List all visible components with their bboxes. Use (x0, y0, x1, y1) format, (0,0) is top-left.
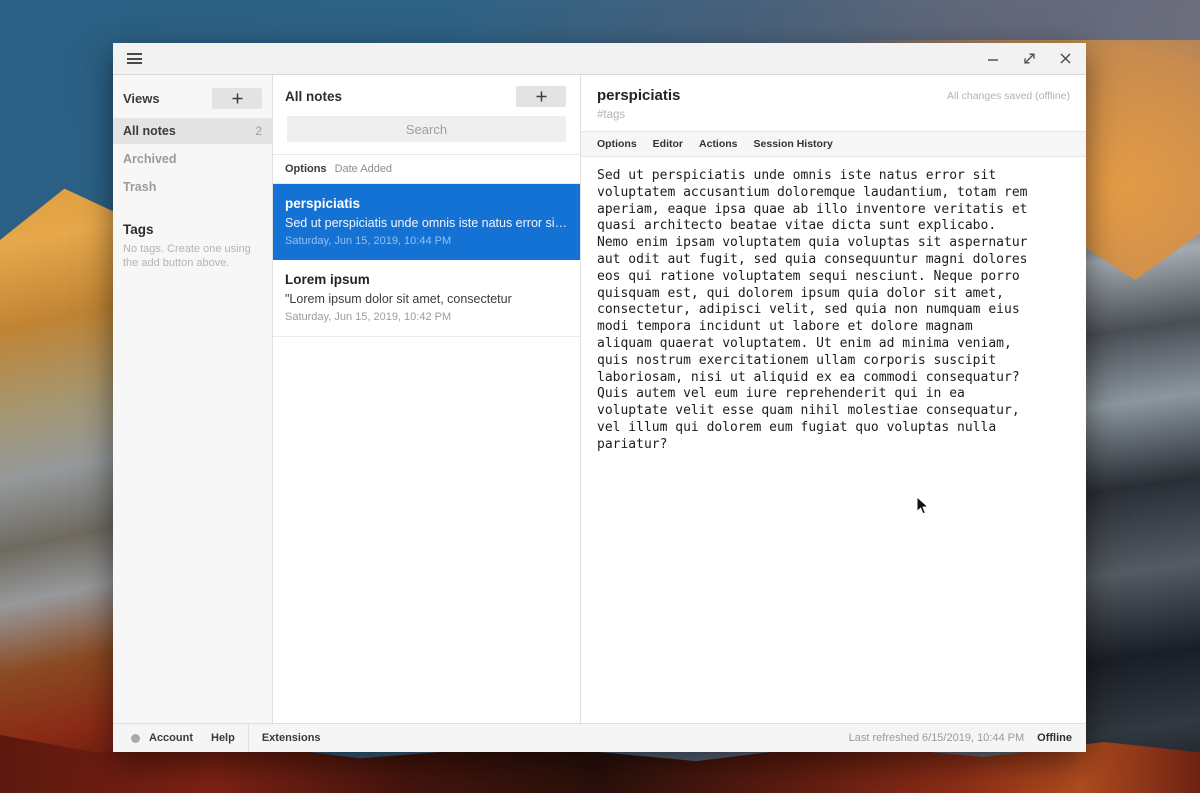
main-content: Views All notes 2 Archived Trash Tags No (113, 75, 1086, 723)
note-title-field[interactable]: perspiciatis (597, 87, 680, 104)
note-count-badge: 2 (255, 124, 262, 138)
menu-actions[interactable]: Actions (699, 138, 738, 150)
note-item-preview: "Lorem ipsum dolor sit amet, consectetur (285, 292, 568, 306)
note-item-title: Lorem ipsum (285, 272, 568, 287)
menu-session-history[interactable]: Session History (754, 138, 833, 150)
search-input[interactable] (287, 116, 566, 142)
note-item-date: Saturday, Jun 15, 2019, 10:42 PM (285, 311, 568, 323)
sort-mode-label[interactable]: Date Added (335, 163, 393, 175)
extensions-button[interactable]: Extensions (253, 732, 330, 744)
notes-list-column: All notes Options Date Added perspiciati… (273, 75, 581, 723)
last-refreshed-label: Last refreshed 6/15/2019, 10:44 PM (849, 732, 1025, 744)
note-item-preview: Sed ut perspiciatis unde omnis iste natu… (285, 216, 568, 230)
notes-app-window: Views All notes 2 Archived Trash Tags No (113, 43, 1086, 752)
sidebar-item-label: All notes (123, 124, 176, 138)
note-tags-field[interactable]: #tags (597, 109, 680, 121)
note-body-text: Sed ut perspiciatis unde omnis iste natu… (597, 168, 1031, 454)
editor-pane: perspiciatis #tags All changes saved (of… (581, 75, 1086, 723)
sidebar-item-archived[interactable]: Archived (113, 146, 272, 172)
close-button[interactable] (1058, 52, 1072, 66)
list-options-row: Options Date Added (273, 154, 580, 184)
sidebar-item-label: Trash (123, 180, 156, 194)
note-list-item-perspiciatis[interactable]: perspiciatis Sed ut perspiciatis unde om… (273, 184, 580, 260)
status-footer: Account Help Extensions Last refreshed 6… (113, 723, 1086, 752)
footer-left: Account Help Extensions (113, 724, 330, 752)
add-view-button[interactable] (212, 88, 262, 109)
views-title: Views (123, 91, 160, 106)
tags-empty-message: No tags. Create one using the add button… (123, 243, 260, 270)
minimize-button[interactable] (986, 52, 1000, 66)
sidebar-views: Views All notes 2 Archived Trash Tags No (113, 75, 273, 723)
offline-status-label: Offline (1037, 732, 1072, 744)
note-list-item-lorem-ipsum[interactable]: Lorem ipsum "Lorem ipsum dolor sit amet,… (273, 260, 580, 337)
menu-options[interactable]: Options (597, 138, 637, 150)
footer-divider (248, 724, 249, 752)
plus-icon (536, 91, 547, 102)
account-status-icon (131, 734, 140, 743)
list-options-button[interactable]: Options (285, 163, 327, 175)
editor-header: perspiciatis #tags All changes saved (of… (581, 75, 1086, 131)
window-controls (986, 52, 1072, 66)
views-header-row: Views (113, 86, 272, 118)
tags-section-title: Tags (123, 222, 262, 237)
maximize-button[interactable] (1022, 52, 1036, 66)
sidebar-item-all-notes[interactable]: All notes 2 (113, 118, 272, 144)
note-body-editor[interactable]: Sed ut perspiciatis unde omnis iste natu… (581, 157, 1086, 723)
editor-title-block: perspiciatis #tags (597, 87, 680, 121)
sidebar-item-trash[interactable]: Trash (113, 174, 272, 200)
menu-editor[interactable]: Editor (653, 138, 683, 150)
save-status-label: All changes saved (offline) (947, 87, 1070, 102)
add-note-button[interactable] (516, 86, 566, 107)
sidebar-item-label: Archived (123, 152, 177, 166)
footer-right: Last refreshed 6/15/2019, 10:44 PM Offli… (849, 732, 1086, 744)
plus-icon (232, 93, 243, 104)
notes-list: perspiciatis Sed ut perspiciatis unde om… (273, 184, 580, 337)
editor-menubar: Options Editor Actions Session History (581, 131, 1086, 157)
search-container (273, 116, 580, 154)
note-item-date: Saturday, Jun 15, 2019, 10:44 PM (285, 235, 568, 247)
help-button[interactable]: Help (202, 732, 244, 744)
titlebar (113, 43, 1086, 75)
account-button[interactable]: Account (149, 732, 202, 744)
notes-list-header: All notes (273, 75, 580, 116)
note-item-title: perspiciatis (285, 196, 568, 211)
hamburger-menu-icon[interactable] (127, 53, 142, 64)
notes-list-title: All notes (285, 89, 342, 104)
